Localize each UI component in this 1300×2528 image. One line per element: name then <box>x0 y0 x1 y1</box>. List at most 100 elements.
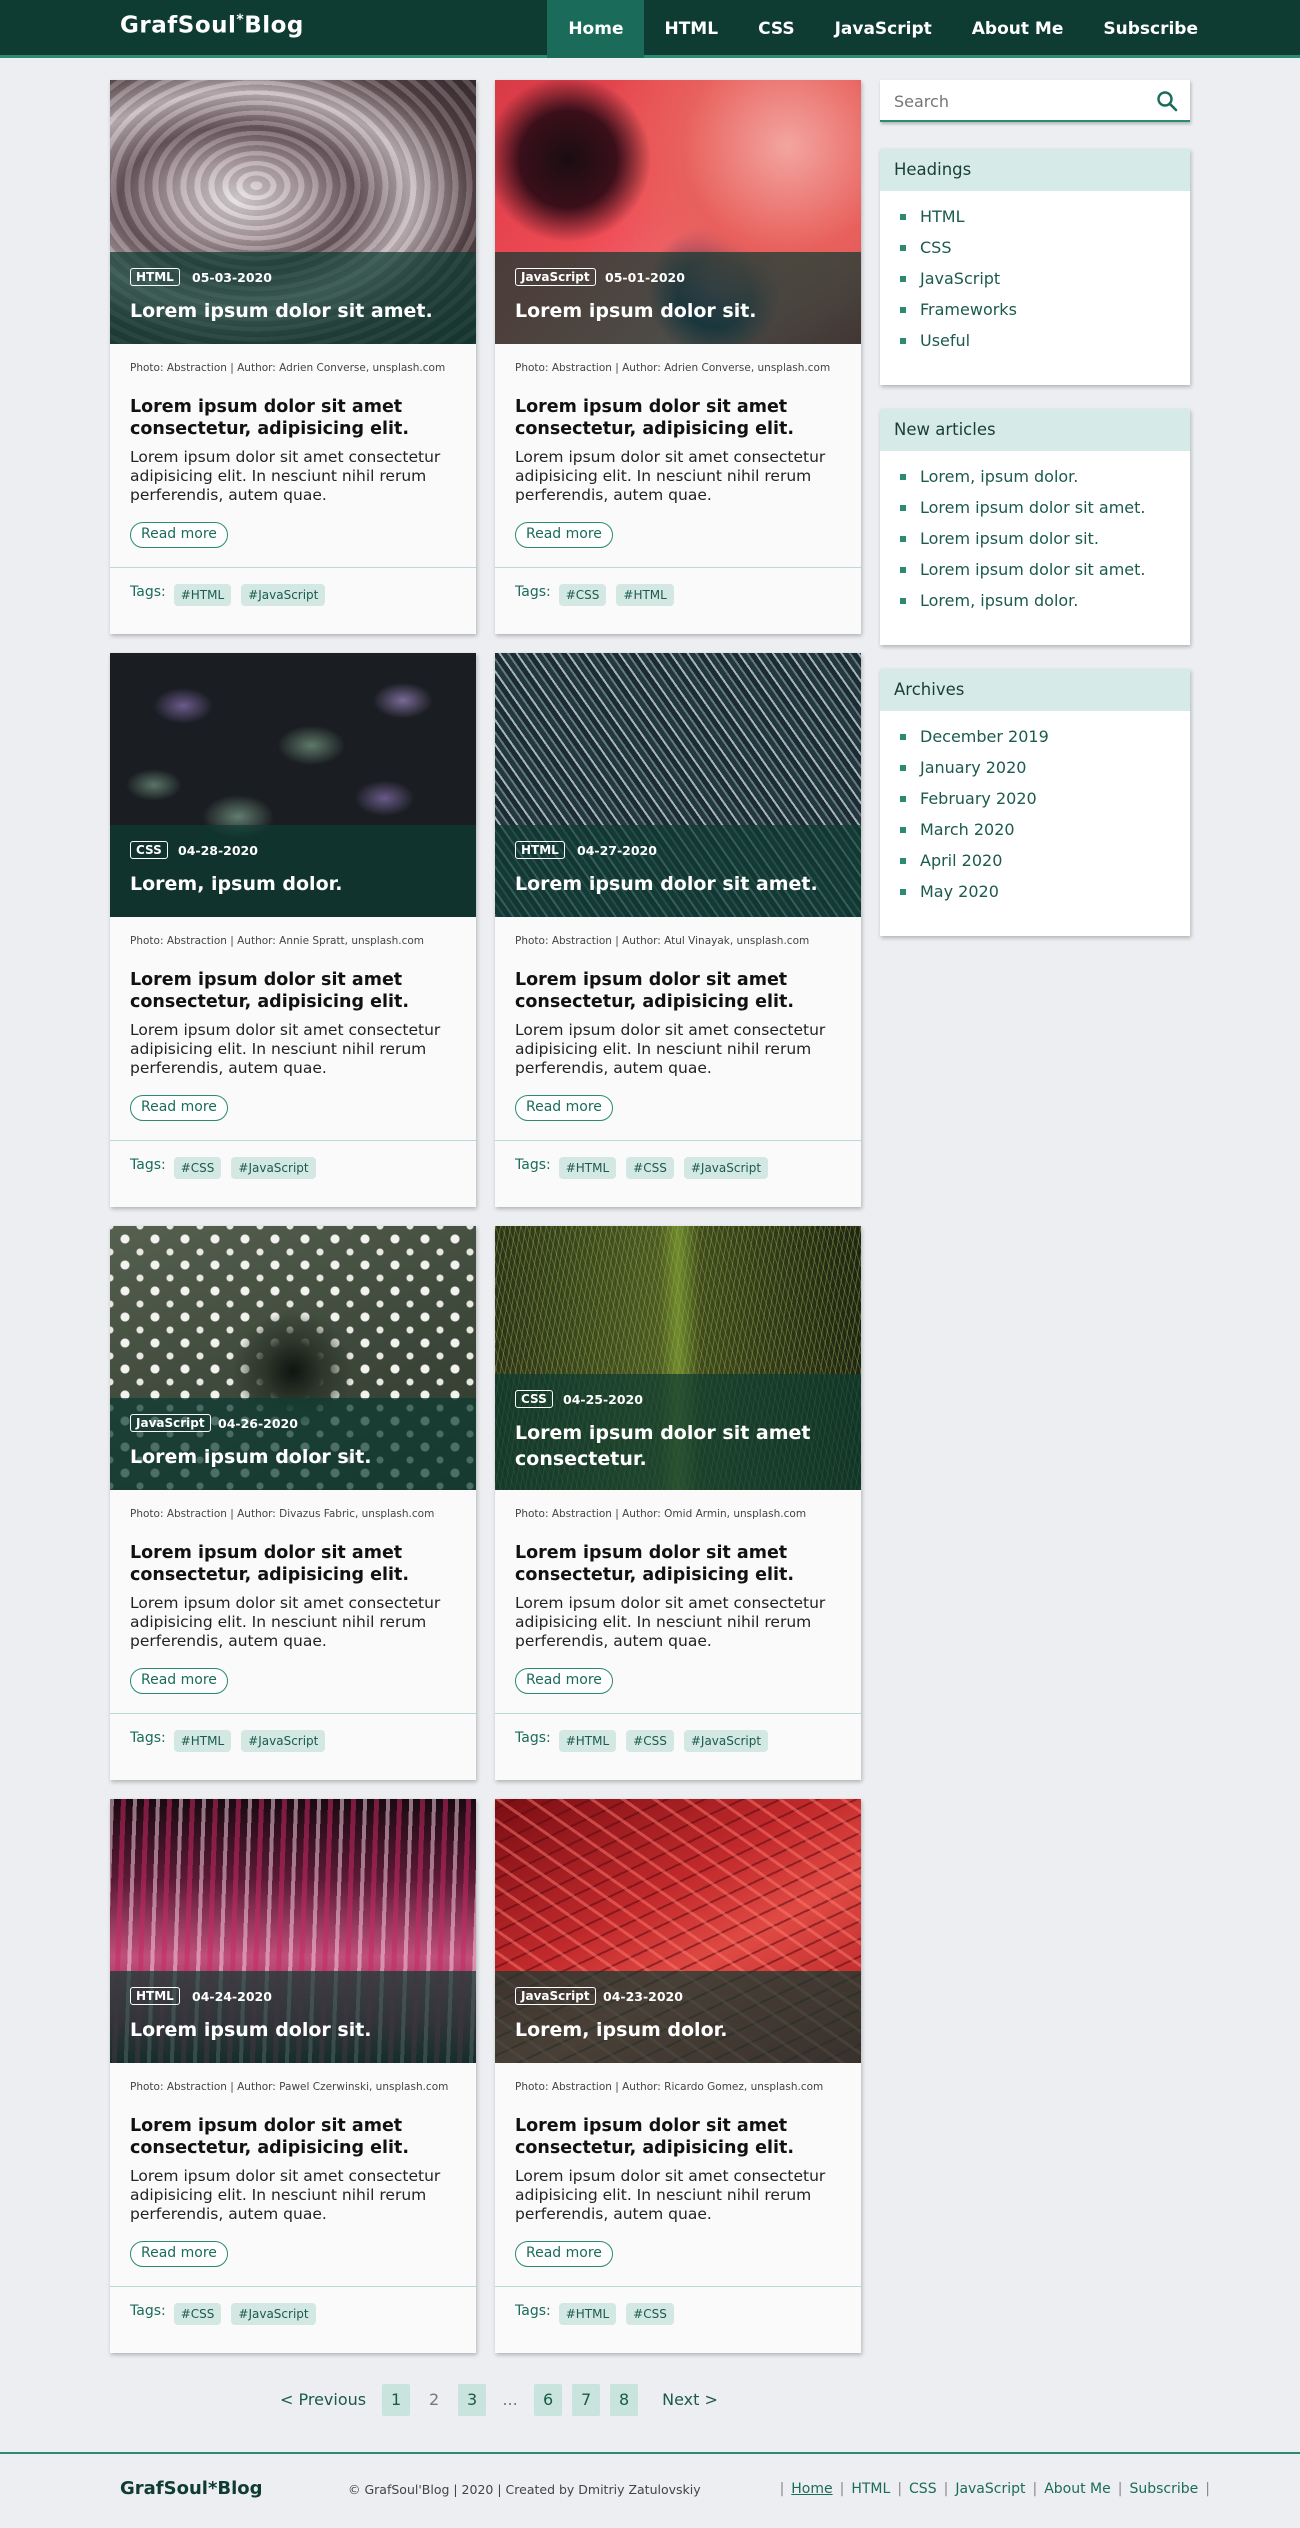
article-image[interactable]: HTML 04-24-2020 Lorem ipsum dolor sit. <box>110 1799 476 2063</box>
read-more-button[interactable]: Read more <box>515 2241 613 2267</box>
nav-css[interactable]: CSS <box>738 0 815 58</box>
tag-chip[interactable]: #JavaScript <box>241 1730 326 1752</box>
footer-link-html[interactable]: HTML <box>851 2481 890 2497</box>
site-logo[interactable]: GrafSoul*Blog <box>120 12 304 39</box>
article-image[interactable]: JavaScript 05-01-2020 Lorem ipsum dolor … <box>495 80 861 344</box>
nav-html[interactable]: HTML <box>644 0 738 58</box>
article-image[interactable]: CSS 04-28-2020 Lorem, ipsum dolor. <box>110 653 476 917</box>
article-image[interactable]: HTML 04-27-2020 Lorem ipsum dolor sit am… <box>495 653 861 917</box>
read-more-button[interactable]: Read more <box>130 522 228 548</box>
new-article-link[interactable]: Lorem ipsum dolor sit. <box>900 529 1190 560</box>
site-header: GrafSoul*Blog Home HTML CSS JavaScript A… <box>0 0 1300 58</box>
read-more-button[interactable]: Read more <box>130 1668 228 1694</box>
category-badge[interactable]: JavaScript <box>515 1987 596 2005</box>
nav-home[interactable]: Home <box>547 0 645 58</box>
page-8[interactable]: 8 <box>610 2384 639 2416</box>
sidebar-item-css[interactable]: CSS <box>900 238 1190 269</box>
archive-link[interactable]: February 2020 <box>900 789 1190 820</box>
page-3[interactable]: 3 <box>458 2384 487 2416</box>
read-more-button[interactable]: Read more <box>515 1668 613 1694</box>
photo-credit: Photo: Abstraction | Author: Omid Armin,… <box>515 1508 807 1520</box>
article-title[interactable]: Lorem ipsum dolor sit. <box>130 2017 450 2043</box>
page-1[interactable]: 1 <box>382 2384 411 2416</box>
tag-chip[interactable]: #CSS <box>626 2303 674 2325</box>
article-image[interactable]: HTML 05-03-2020 Lorem ipsum dolor sit am… <box>110 80 476 344</box>
article-image[interactable]: JavaScript 04-26-2020 Lorem ipsum dolor … <box>110 1226 476 1490</box>
category-badge[interactable]: CSS <box>130 841 168 859</box>
nav-about-me[interactable]: About Me <box>952 0 1084 58</box>
footer-link-home[interactable]: Home <box>791 2481 832 2497</box>
article-image[interactable]: JavaScript 04-23-2020 Lorem, ipsum dolor… <box>495 1799 861 2063</box>
footer-link-subscribe[interactable]: Subscribe <box>1129 2481 1198 2497</box>
tag-chip[interactable]: #HTML <box>558 2303 617 2325</box>
article-card: CSS 04-25-2020 Lorem ipsum dolor sit ame… <box>495 1226 861 1780</box>
footer-link-javascript[interactable]: JavaScript <box>955 2481 1025 2497</box>
nav-subscribe[interactable]: Subscribe <box>1083 0 1218 58</box>
read-more-button[interactable]: Read more <box>515 522 613 548</box>
tag-chip[interactable]: #HTML <box>558 1730 617 1752</box>
read-more-button[interactable]: Read more <box>130 2241 228 2267</box>
article-title[interactable]: Lorem ipsum dolor sit amet. <box>515 871 835 897</box>
tag-chip[interactable]: #HTML <box>558 1157 617 1179</box>
tag-chip[interactable]: #HTML <box>173 1730 232 1752</box>
footer-separator: | <box>839 2481 845 2497</box>
tag-chip[interactable]: #JavaScript <box>683 1157 769 1179</box>
tag-chip[interactable]: #HTML <box>616 584 674 606</box>
archive-link[interactable]: January 2020 <box>900 758 1190 789</box>
page-7[interactable]: 7 <box>572 2384 601 2416</box>
footer-link-about-me[interactable]: About Me <box>1044 2481 1111 2497</box>
read-more-button[interactable]: Read more <box>130 1095 228 1121</box>
article-title[interactable]: Lorem ipsum dolor sit amet. <box>130 298 450 324</box>
tag-chip[interactable]: #CSS <box>173 2303 222 2325</box>
article-card: JavaScript 04-26-2020 Lorem ipsum dolor … <box>110 1226 476 1780</box>
archive-link[interactable]: December 2019 <box>900 727 1190 758</box>
sidebar-item-html[interactable]: HTML <box>900 207 1190 238</box>
article-title[interactable]: Lorem, ipsum dolor. <box>515 2017 835 2043</box>
footer-link-css[interactable]: CSS <box>909 2481 937 2497</box>
new-article-link[interactable]: Lorem, ipsum dolor. <box>900 591 1190 622</box>
new-article-link[interactable]: Lorem, ipsum dolor. <box>900 467 1190 498</box>
category-badge[interactable]: JavaScript <box>515 268 596 286</box>
tags-label: Tags: <box>130 1730 166 1746</box>
article-excerpt: Lorem ipsum dolor sit amet consectetur a… <box>130 2167 441 2223</box>
category-badge[interactable]: CSS <box>515 1390 553 1408</box>
category-badge[interactable]: HTML <box>130 268 180 286</box>
article-title[interactable]: Lorem ipsum dolor sit amet consectetur. <box>515 1420 835 1472</box>
page-6[interactable]: 6 <box>534 2384 563 2416</box>
tag-chip[interactable]: #CSS <box>558 584 607 606</box>
tag-chip[interactable]: #CSS <box>626 1157 674 1179</box>
article-title[interactable]: Lorem ipsum dolor sit. <box>130 1444 450 1470</box>
sidebar-item-javascript[interactable]: JavaScript <box>900 269 1190 300</box>
article-title[interactable]: Lorem ipsum dolor sit. <box>515 298 835 324</box>
read-more-button[interactable]: Read more <box>515 1095 613 1121</box>
article-image[interactable]: CSS 04-25-2020 Lorem ipsum dolor sit ame… <box>495 1226 861 1490</box>
footer-logo[interactable]: GrafSoul*Blog <box>120 2478 263 2499</box>
archive-link[interactable]: March 2020 <box>900 820 1190 851</box>
footer-separator: | <box>897 2481 903 2497</box>
sidebar-item-useful[interactable]: Useful <box>900 331 1190 362</box>
category-badge[interactable]: JavaScript <box>130 1414 211 1432</box>
search-icon[interactable] <box>1156 90 1178 112</box>
archive-link[interactable]: May 2020 <box>900 882 1190 913</box>
photo-credit: Photo: Abstraction | Author: Adrien Conv… <box>515 362 831 374</box>
article-date: 04-28-2020 <box>178 843 258 858</box>
category-badge[interactable]: HTML <box>130 1987 180 2005</box>
archive-link[interactable]: April 2020 <box>900 851 1190 882</box>
previous-page-link[interactable]: < Previous <box>280 2384 366 2416</box>
next-page-link[interactable]: Next > <box>662 2384 718 2416</box>
tag-chip[interactable]: #CSS <box>626 1730 674 1752</box>
tag-chip[interactable]: #HTML <box>173 584 232 606</box>
tag-chip[interactable]: #JavaScript <box>231 2303 316 2325</box>
tag-chip[interactable]: #JavaScript <box>241 584 326 606</box>
sidebar-item-frameworks[interactable]: Frameworks <box>900 300 1190 331</box>
new-article-link[interactable]: Lorem ipsum dolor sit amet. <box>900 498 1190 529</box>
category-badge[interactable]: HTML <box>515 841 565 859</box>
card-divider <box>495 1713 861 1714</box>
article-title[interactable]: Lorem, ipsum dolor. <box>130 871 450 897</box>
search-input[interactable] <box>894 90 1134 112</box>
tag-chip[interactable]: #CSS <box>173 1157 222 1179</box>
nav-javascript[interactable]: JavaScript <box>815 0 952 58</box>
new-article-link[interactable]: Lorem ipsum dolor sit amet. <box>900 560 1190 591</box>
tag-chip[interactable]: #JavaScript <box>683 1730 769 1752</box>
tag-chip[interactable]: #JavaScript <box>231 1157 316 1179</box>
